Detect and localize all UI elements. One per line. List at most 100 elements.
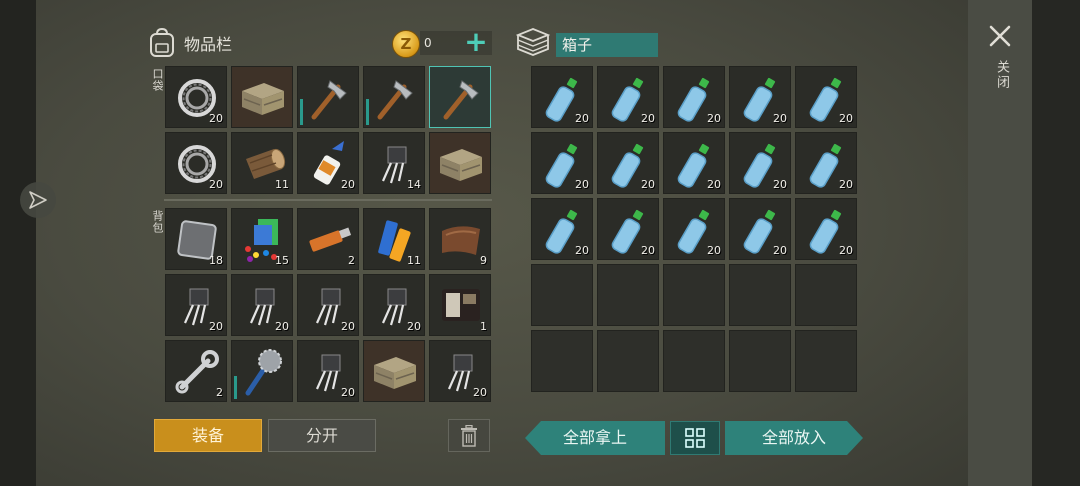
backpack-slot[interactable]: 2 xyxy=(297,208,359,270)
backpack-slot[interactable]: 20 xyxy=(297,274,359,336)
box-slot[interactable]: 20 xyxy=(597,132,659,194)
box-name-field[interactable]: 箱子 xyxy=(556,33,658,57)
item-quantity: 20 xyxy=(275,320,289,333)
take-all-button[interactable]: 全部拿上 xyxy=(525,421,665,455)
item-quantity: 14 xyxy=(407,178,421,191)
item-quantity: 20 xyxy=(641,112,655,125)
item-quantity: 18 xyxy=(209,254,223,267)
backpack-slot[interactable]: 18 xyxy=(165,208,227,270)
wrench-icon xyxy=(175,350,219,394)
backpack-slot[interactable]: 20 xyxy=(165,274,227,336)
item-quantity: 20 xyxy=(209,178,223,191)
backpack-slot[interactable] xyxy=(231,340,293,402)
backpack-slot[interactable] xyxy=(363,340,425,402)
backpack-slot[interactable]: 20 xyxy=(297,340,359,402)
box-slot[interactable] xyxy=(531,330,593,392)
item-quantity: 20 xyxy=(209,320,223,333)
backpack-slot[interactable]: 9 xyxy=(429,208,491,270)
box-slot[interactable]: 20 xyxy=(531,198,593,260)
put-all-button[interactable]: 全部放入 xyxy=(725,421,863,455)
pocket-slot[interactable] xyxy=(429,132,491,194)
backpack-slot[interactable]: 20 xyxy=(363,274,425,336)
box-slot[interactable]: 20 xyxy=(531,132,593,194)
pocket-slot[interactable] xyxy=(297,66,359,128)
backpack-slot[interactable]: 20 xyxy=(429,340,491,402)
side-nav-arrow-button[interactable] xyxy=(20,182,56,218)
item-quantity: 20 xyxy=(575,178,589,191)
pocket-slot[interactable]: 14 xyxy=(363,132,425,194)
close-icon[interactable] xyxy=(986,22,1014,50)
hatchet-icon xyxy=(311,80,347,120)
left-edge xyxy=(0,0,36,486)
gold-coin-icon: Z xyxy=(392,30,420,58)
box-slot[interactable]: 20 xyxy=(729,132,791,194)
backpack-slot[interactable]: 11 xyxy=(363,208,425,270)
backpack-slot[interactable]: 2 xyxy=(165,340,227,402)
pocket-slot[interactable]: 11 xyxy=(231,132,293,194)
pocket-slot[interactable] xyxy=(363,66,425,128)
box-slot[interactable]: 20 xyxy=(729,66,791,128)
box-slot[interactable]: 20 xyxy=(663,198,725,260)
box-slot[interactable]: 20 xyxy=(795,198,857,260)
box-slot[interactable] xyxy=(795,264,857,326)
pocket-label: 口袋 xyxy=(151,68,164,92)
box-slot[interactable] xyxy=(795,330,857,392)
item-quantity: 9 xyxy=(480,254,487,267)
item-quantity: 20 xyxy=(839,244,853,257)
item-quantity: 15 xyxy=(275,254,289,267)
pocket-slot[interactable] xyxy=(231,66,293,128)
sort-button[interactable] xyxy=(670,421,720,455)
hatchet-icon xyxy=(443,80,479,120)
pocket-slot[interactable]: 20 xyxy=(297,132,359,194)
hatchet-icon xyxy=(377,80,413,120)
item-quantity: 20 xyxy=(473,386,487,399)
box-slot[interactable] xyxy=(663,264,725,326)
trash-button[interactable] xyxy=(448,419,490,452)
backpack-slot[interactable]: 1 xyxy=(429,274,491,336)
box-slot[interactable] xyxy=(729,330,791,392)
item-quantity: 20 xyxy=(407,320,421,333)
backpack-label: 背包 xyxy=(151,210,164,234)
item-quantity: 20 xyxy=(341,386,355,399)
item-quantity: 20 xyxy=(707,178,721,191)
add-coins-button[interactable]: + xyxy=(464,28,488,56)
box-slot[interactable] xyxy=(597,264,659,326)
box-slot[interactable]: 20 xyxy=(795,66,857,128)
box-slot[interactable]: 20 xyxy=(597,198,659,260)
inventory-title: 物品栏 xyxy=(184,35,233,54)
item-quantity: 20 xyxy=(341,320,355,333)
box-slot[interactable]: 20 xyxy=(729,198,791,260)
inventory-header: 物品栏 xyxy=(148,28,232,58)
section-divider xyxy=(164,199,492,201)
box-slot[interactable]: 20 xyxy=(531,66,593,128)
box-slot[interactable]: 20 xyxy=(663,132,725,194)
item-quantity: 11 xyxy=(407,254,421,267)
wooden-crate-icon xyxy=(242,83,284,115)
box-icon xyxy=(516,28,550,56)
saw-mace-icon xyxy=(245,349,282,396)
backpack-slot[interactable]: 15 xyxy=(231,208,293,270)
item-quantity: 20 xyxy=(641,244,655,257)
box-slot[interactable]: 20 xyxy=(795,132,857,194)
right-edge xyxy=(1032,0,1080,486)
box-slot[interactable] xyxy=(597,330,659,392)
close-label[interactable]: 关闭 xyxy=(992,60,1011,90)
equip-button[interactable]: 装备 xyxy=(154,419,262,452)
wooden-crate-icon xyxy=(440,149,482,181)
pocket-slot[interactable]: 20 xyxy=(165,132,227,194)
split-button[interactable]: 分开 xyxy=(268,419,376,452)
item-quantity: 20 xyxy=(839,178,853,191)
box-slot[interactable] xyxy=(531,264,593,326)
item-quantity: 2 xyxy=(216,386,223,399)
box-slot[interactable] xyxy=(729,264,791,326)
pocket-slot[interactable]: 20 xyxy=(165,66,227,128)
durability-bar xyxy=(366,99,369,125)
leather-icon xyxy=(442,226,480,255)
box-slot[interactable]: 20 xyxy=(597,66,659,128)
backpack-slot[interactable]: 20 xyxy=(231,274,293,336)
item-quantity: 20 xyxy=(773,244,787,257)
box-slot[interactable]: 20 xyxy=(663,66,725,128)
box-slot[interactable] xyxy=(663,330,725,392)
pocket-slot[interactable] xyxy=(429,66,491,128)
item-quantity: 1 xyxy=(480,320,487,333)
